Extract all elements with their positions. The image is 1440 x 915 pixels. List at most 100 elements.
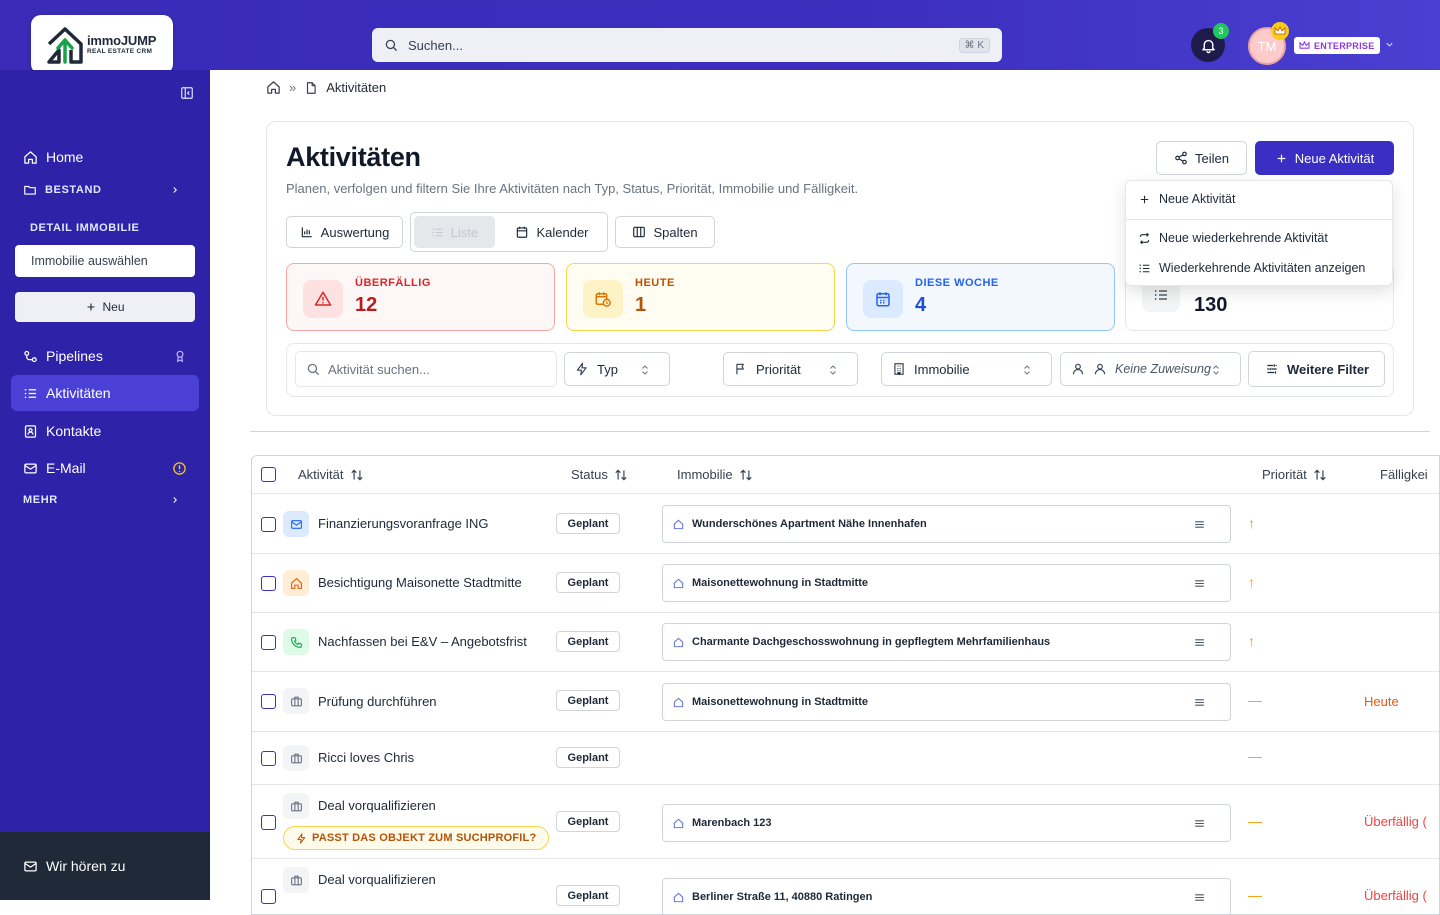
activity-name[interactable]: Deal vorqualifizieren <box>318 872 436 887</box>
list-icon <box>24 388 37 398</box>
row-checkbox[interactable] <box>261 517 276 532</box>
sidebar-item-bestand[interactable]: BESTAND <box>23 183 188 197</box>
sidebar-item-label: Home <box>46 149 84 165</box>
row-checkbox[interactable] <box>261 889 276 904</box>
row-checkbox[interactable] <box>261 694 276 709</box>
sidebar-item-more[interactable]: MEHR <box>23 494 188 506</box>
chevron-up-down-icon <box>830 365 836 375</box>
activity-name[interactable]: Besichtigung Maisonette Stadtmitte <box>318 575 522 590</box>
list-icon <box>1139 264 1150 272</box>
activity-name[interactable]: Finanzierungsvoranfrage ING <box>318 516 489 531</box>
stat-today[interactable]: HEUTE 1 <box>566 263 835 331</box>
repeat-icon <box>1139 232 1150 244</box>
table-row[interactable]: Besichtigung Maisonette Stadtmitte Gepla… <box>252 554 1439 613</box>
property-cell[interactable]: Wunderschönes Apartment Nähe Innenhafen <box>662 505 1231 543</box>
activity-name[interactable]: Prüfung durchführen <box>318 694 437 709</box>
row-checkbox[interactable] <box>261 576 276 591</box>
table-row[interactable]: Nachfassen bei E&V – Angebotsfrist Gepla… <box>252 613 1439 672</box>
share-button[interactable]: Teilen <box>1156 141 1247 175</box>
status-badge[interactable]: Geplant <box>556 811 620 832</box>
feedback-link[interactable]: Wir hören zu <box>0 832 210 900</box>
menu-item-new-recurring[interactable]: Neue wiederkehrende Aktivität <box>1138 231 1328 245</box>
column-header-property[interactable]: Immobilie <box>677 467 753 482</box>
user-avatar[interactable]: TM <box>1248 22 1289 65</box>
type-filter[interactable]: Typ <box>564 352 670 386</box>
priority-filter[interactable]: Priorität <box>723 352 858 386</box>
hamburger-menu-icon[interactable] <box>1193 518 1206 531</box>
stat-this-week[interactable]: DIESE WOCHE 4 <box>846 263 1115 331</box>
table-row[interactable]: Finanzierungsvoranfrage ING Geplant Wund… <box>252 494 1439 554</box>
table-row[interactable]: Deal vorqualifizieren Geplant Berliner S… <box>252 859 1439 914</box>
hamburger-menu-icon[interactable] <box>1193 577 1206 590</box>
table-row[interactable]: Prüfung durchführen Geplant Maisonettewo… <box>252 672 1439 732</box>
table-row[interactable]: Deal vorqualifizieren PASST DAS OBJEKT Z… <box>252 785 1439 859</box>
property-cell[interactable]: Maisonettewohnung in Stadtmitte <box>662 564 1231 602</box>
hamburger-menu-icon[interactable] <box>1193 817 1206 830</box>
new-property-button[interactable]: Neu <box>15 292 195 322</box>
status-badge[interactable]: Geplant <box>556 885 620 906</box>
table-row[interactable]: Ricci loves Chris Geplant — <box>252 732 1439 785</box>
sidebar-item-home[interactable]: Home <box>11 139 199 175</box>
menu-item-new-activity[interactable]: Neue Aktivität <box>1138 192 1235 206</box>
new-activity-label: Neue Aktivität <box>1294 150 1375 166</box>
bar-chart-icon <box>301 227 312 238</box>
property-name: Wunderschönes Apartment Nähe Innenhafen <box>692 518 927 530</box>
page-subtitle: Planen, verfolgen und filtern Sie Ihre A… <box>286 181 859 196</box>
warning-triangle-icon <box>303 280 343 318</box>
sidebar-item-contacts[interactable]: Kontakte <box>11 413 199 449</box>
row-checkbox[interactable] <box>261 635 276 650</box>
hamburger-menu-icon[interactable] <box>1193 696 1206 709</box>
select-all-checkbox[interactable] <box>261 467 276 482</box>
search-profile-tag[interactable]: PASST DAS OBJEKT ZUM SUCHPROFIL? <box>283 826 550 850</box>
more-filters-button[interactable]: Weitere Filter <box>1248 351 1385 387</box>
status-badge[interactable]: Geplant <box>556 572 620 593</box>
property-cell[interactable]: Charmante Dachgeschosswohnung in gepfleg… <box>662 623 1231 661</box>
property-name: Marenbach 123 <box>692 817 772 829</box>
status-badge[interactable]: Geplant <box>556 513 620 534</box>
notifications-button[interactable]: 3 <box>1191 23 1229 62</box>
list-view-tab[interactable]: Liste <box>414 216 495 248</box>
hamburger-menu-icon[interactable] <box>1193 636 1206 649</box>
status-badge[interactable]: Geplant <box>556 690 620 711</box>
stat-overdue[interactable]: ÜBERFÄLLIG 12 <box>286 263 555 331</box>
property-cell[interactable]: Maisonettewohnung in Stadtmitte <box>662 683 1231 721</box>
row-checkbox[interactable] <box>261 751 276 766</box>
activity-name[interactable]: Nachfassen bei E&V – Angebotsfrist <box>318 634 527 649</box>
column-header-priority[interactable]: Priorität <box>1262 467 1327 482</box>
building-icon <box>894 363 904 375</box>
global-search[interactable]: Suchen... ⌘ K <box>372 28 1002 62</box>
column-header-status[interactable]: Status <box>571 467 628 482</box>
sidebar-item-activities[interactable]: Aktivitäten <box>11 375 199 411</box>
activity-name[interactable]: Ricci loves Chris <box>318 750 414 765</box>
row-checkbox[interactable] <box>261 815 276 830</box>
property-cell[interactable]: Berliner Straße 11, 40880 Ratingen <box>662 878 1231 914</box>
column-header-activity[interactable]: Aktivität <box>298 467 364 482</box>
status-badge[interactable]: Geplant <box>556 747 620 768</box>
breadcrumb-separator: » <box>289 80 297 95</box>
calendar-view-tab[interactable]: Kalender <box>500 216 604 248</box>
app-logo[interactable]: immoJUMP REAL ESTATE CRM <box>31 15 173 74</box>
evaluation-button[interactable]: Auswertung <box>286 216 403 248</box>
chevron-down-icon[interactable] <box>1384 39 1395 50</box>
menu-item-show-recurring[interactable]: Wiederkehrende Aktivitäten anzeigen <box>1138 261 1365 275</box>
sidebar-section-label: MEHR <box>23 494 58 506</box>
columns-button[interactable]: Spalten <box>615 216 715 248</box>
new-activity-button[interactable]: Neue Aktivität <box>1255 141 1394 175</box>
activity-name[interactable]: Deal vorqualifizieren <box>318 798 436 813</box>
sidebar-item-pipelines[interactable]: Pipelines <box>11 338 199 374</box>
sidebar-item-email[interactable]: E-Mail <box>11 450 199 486</box>
home-icon <box>673 578 684 588</box>
property-cell[interactable]: Marenbach 123 <box>662 804 1231 842</box>
priority-high-icon: ↑ <box>1248 574 1255 590</box>
assignee-filter[interactable]: Keine Zuweisung <box>1060 352 1241 386</box>
status-badge[interactable]: Geplant <box>556 631 620 652</box>
column-header-due[interactable]: Fälligkei <box>1380 467 1428 482</box>
priority-normal-icon: — <box>1248 692 1262 708</box>
collapse-sidebar-icon[interactable] <box>180 86 194 100</box>
home-icon[interactable] <box>266 80 281 95</box>
section-divider <box>250 431 1430 432</box>
activity-search-input[interactable]: Aktivität suchen... <box>295 351 557 387</box>
hamburger-menu-icon[interactable] <box>1193 891 1206 904</box>
property-select[interactable]: Immobilie auswählen <box>15 245 195 277</box>
property-filter[interactable]: Immobilie <box>881 352 1052 386</box>
